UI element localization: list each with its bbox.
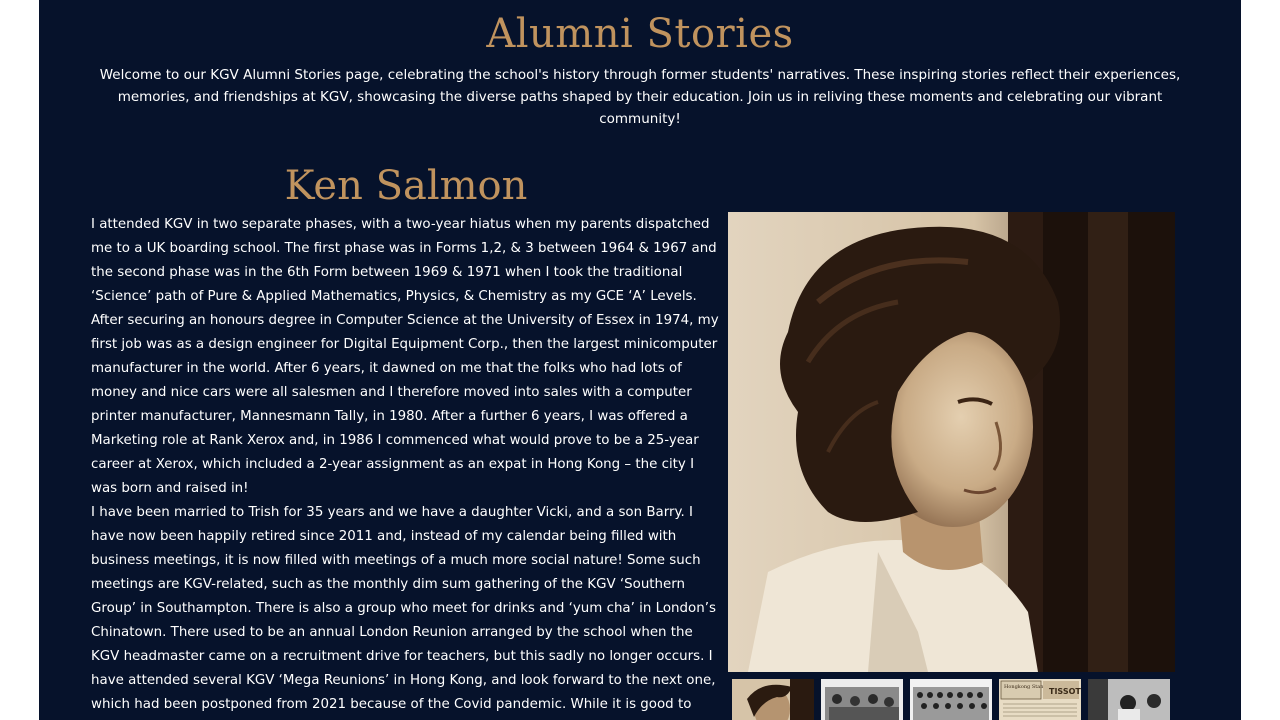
thumbnail-classroom-photo[interactable] xyxy=(1088,679,1170,720)
thumbnail-clipping-image: Hongkong Standard TISSOT xyxy=(999,679,1081,720)
thumbnail-portrait-image xyxy=(732,679,814,720)
story-name-heading: Ken Salmon xyxy=(284,163,528,209)
thumbnail-portrait[interactable] xyxy=(732,679,814,720)
story-paragraph: After securing an honours degree in Comp… xyxy=(91,313,719,496)
story-paragraph: I attended KGV in two separate phases, w… xyxy=(91,217,717,304)
story-body: I attended KGV in two separate phases, w… xyxy=(91,213,723,720)
thumbnail-classroom-image xyxy=(1088,679,1170,720)
portrait-image xyxy=(728,212,1175,672)
gallery-main-photo[interactable] xyxy=(728,212,1175,672)
page-title: Alumni Stories xyxy=(486,11,794,57)
thumbnail-newspaper-clipping[interactable]: Hongkong Standard TISSOT xyxy=(999,679,1081,720)
gallery-thumbnail-strip: Hongkong Standard TISSOT xyxy=(732,679,1182,720)
thumbnail-group-photo[interactable] xyxy=(821,679,903,720)
alumni-page-panel: Alumni Stories Welcome to our KGV Alumni… xyxy=(39,0,1241,720)
thumbnail-group-image xyxy=(821,679,903,720)
intro-text: Welcome to our KGV Alumni Stories page, … xyxy=(99,67,1181,127)
thumbnail-class-photo[interactable] xyxy=(910,679,992,720)
thumbnail-class-image xyxy=(910,679,992,720)
story-paragraph: I have been married to Trish for 35 year… xyxy=(91,505,716,712)
clipping-right-text: TISSOT xyxy=(1049,687,1081,696)
